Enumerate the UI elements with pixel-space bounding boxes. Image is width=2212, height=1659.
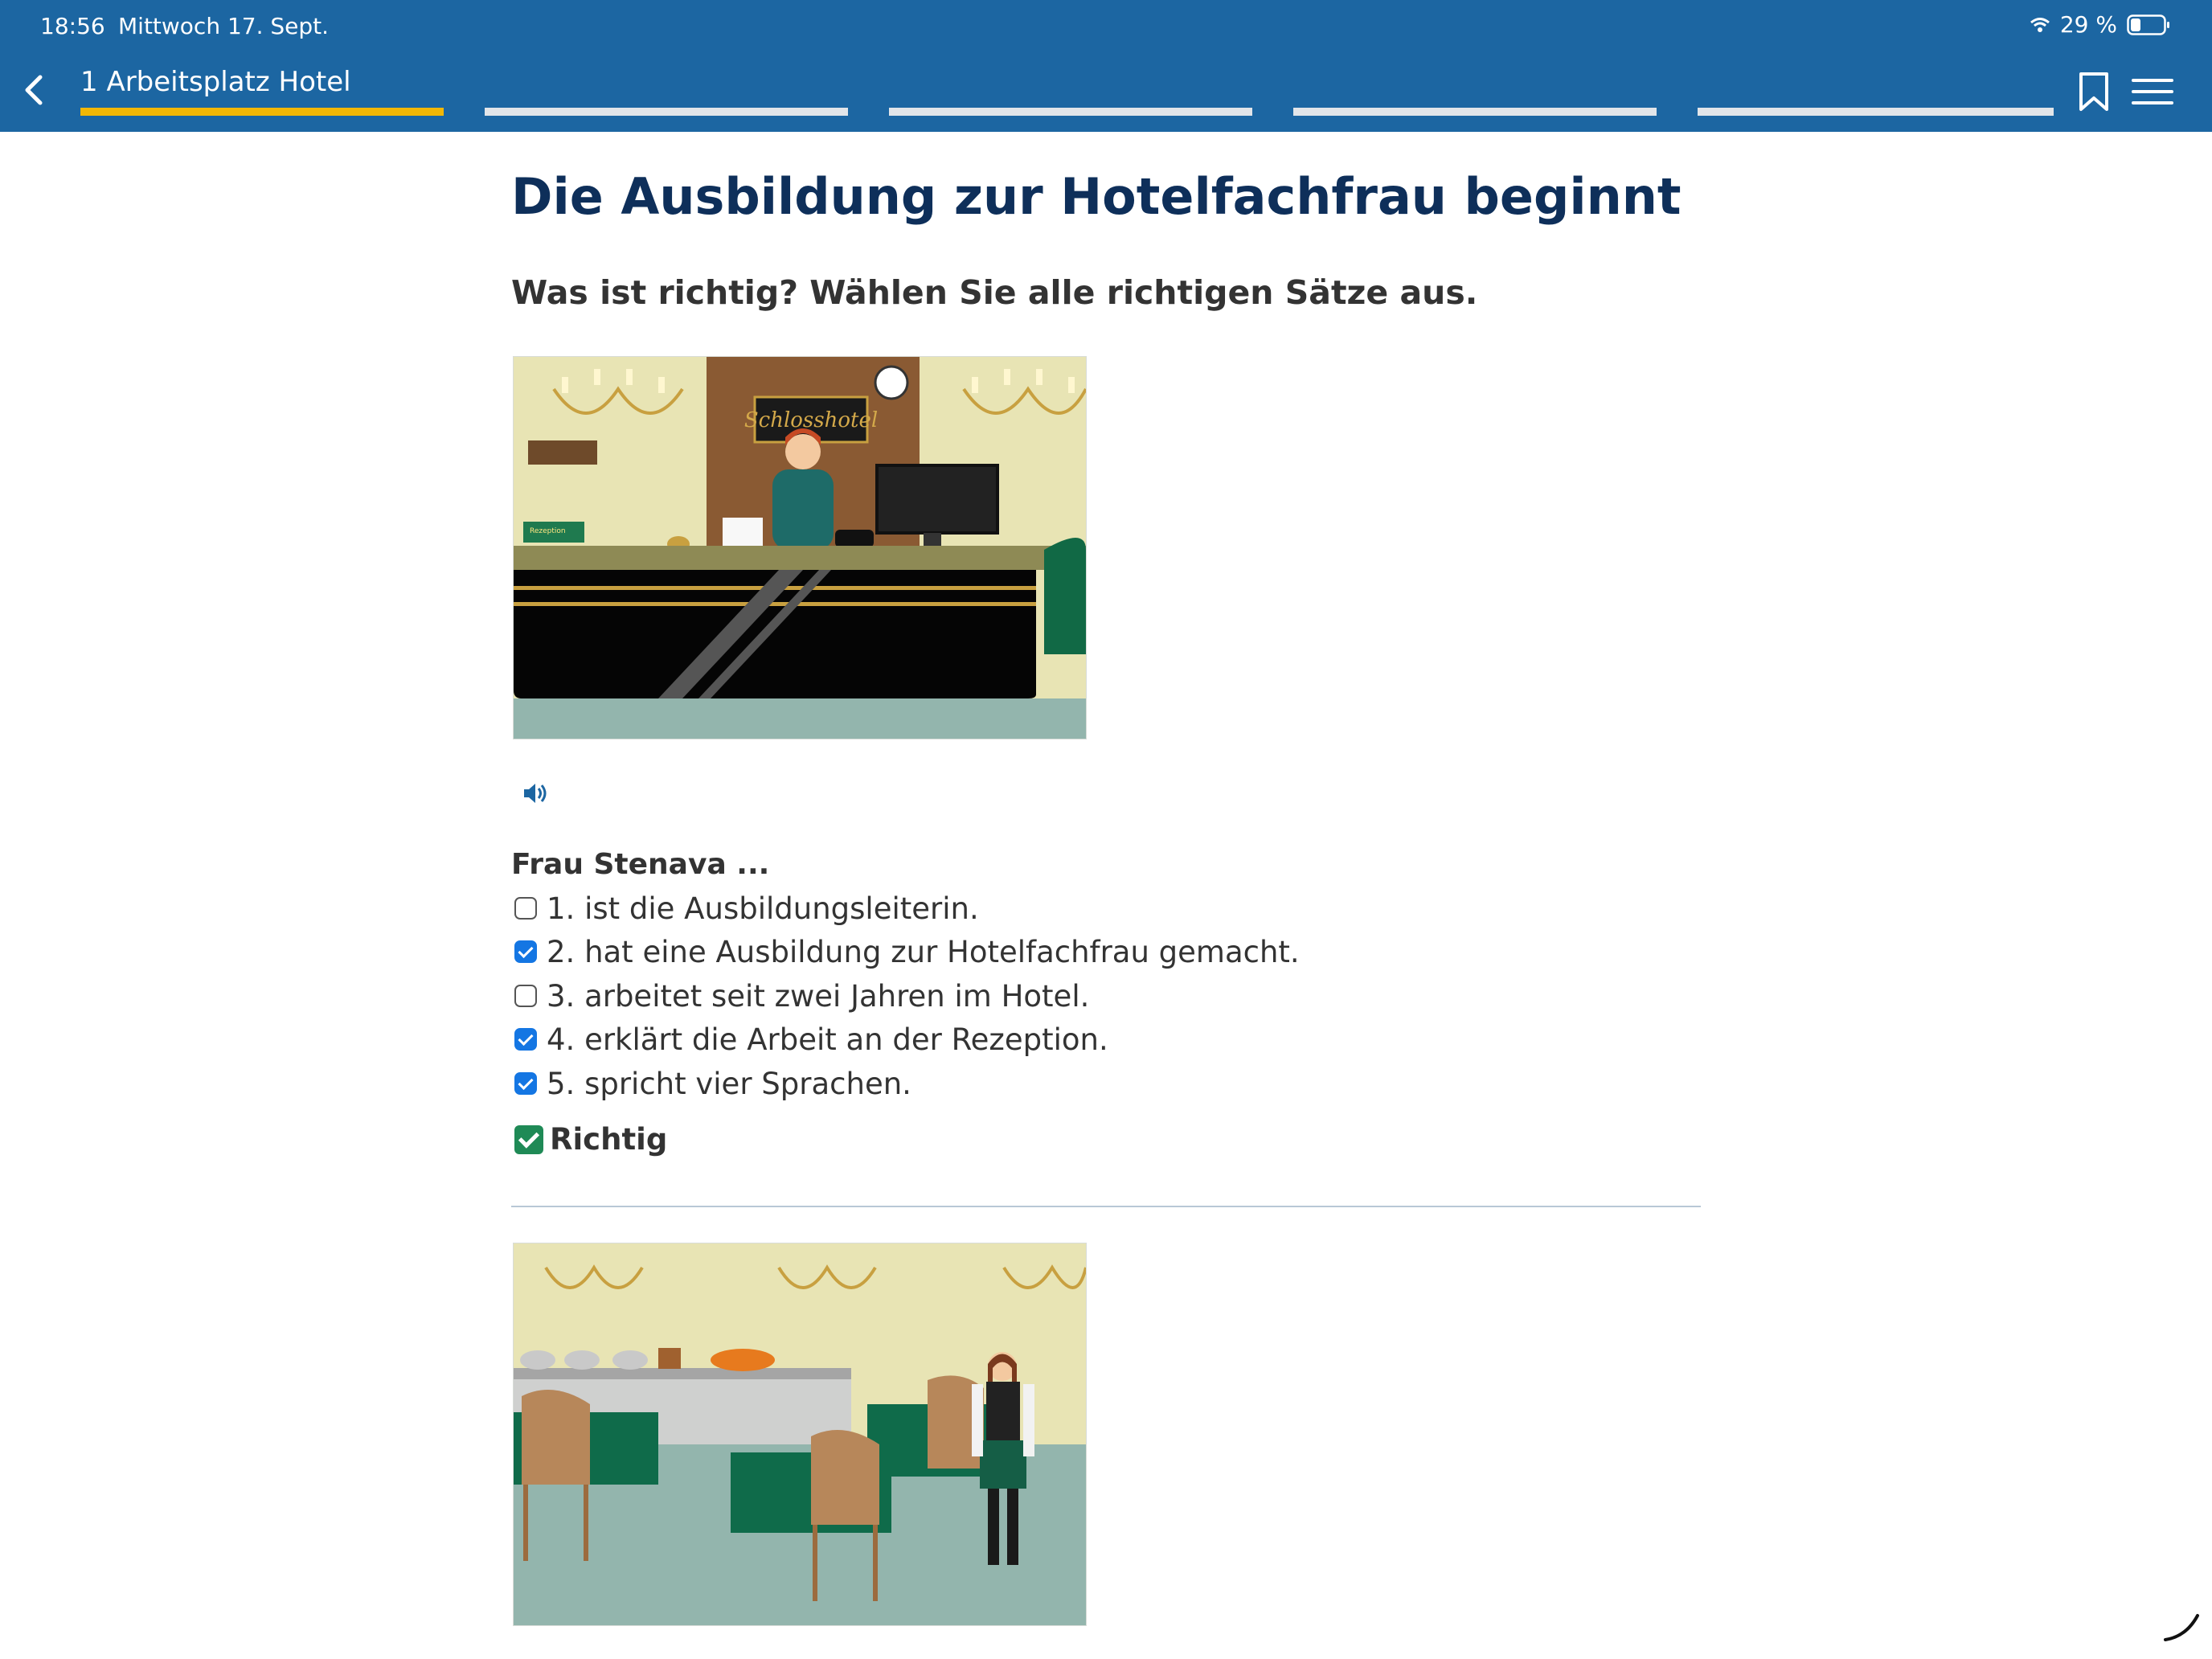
check-icon xyxy=(514,1124,543,1154)
wifi-icon xyxy=(2030,17,2050,32)
progress-segment-3[interactable] xyxy=(889,108,1252,116)
option-1[interactable]: 1. ist die Ausbildungsleiterin. xyxy=(514,890,979,927)
status-date: Mittwoch 17. Sept. xyxy=(118,13,330,39)
instruction-text: Was ist richtig? Wählen Sie alle richtig… xyxy=(511,273,1478,312)
checkbox-checked[interactable] xyxy=(514,940,537,963)
hotel-sign: Schlosshotel xyxy=(744,408,878,432)
scroll-indicator xyxy=(2164,1614,2199,1641)
restaurant-illustration xyxy=(513,1243,1087,1626)
speaker-icon[interactable] xyxy=(521,780,550,807)
status-time: 18:56 xyxy=(40,13,105,39)
feedback-correct: Richtig xyxy=(514,1122,667,1157)
option-label[interactable]: 2. hat eine Ausbildung zur Hotelfachfrau… xyxy=(547,935,1300,969)
feedback-label: Richtig xyxy=(550,1122,668,1157)
option-label[interactable]: 1. ist die Ausbildungsleiterin. xyxy=(547,891,979,926)
top-bar: 18:56 Mittwoch 17. Sept. 29 % 1 Arbeitsp… xyxy=(0,0,2212,132)
divider xyxy=(511,1206,1701,1207)
option-label[interactable]: 4. erklärt die Arbeit an der Rezeption. xyxy=(547,1022,1108,1057)
menu-icon[interactable] xyxy=(2130,74,2175,109)
option-label[interactable]: 5. spricht vier Sprachen. xyxy=(547,1067,911,1101)
progress-segment-1[interactable] xyxy=(80,108,444,116)
progress-segment-5[interactable] xyxy=(1698,108,2054,116)
checkbox-checked[interactable] xyxy=(514,1028,537,1051)
progress-segment-2[interactable] xyxy=(485,108,848,116)
checkbox-checked[interactable] xyxy=(514,1072,537,1095)
back-icon[interactable] xyxy=(14,68,56,113)
question-lead: Frau Stenava ... xyxy=(511,848,770,881)
battery-icon xyxy=(2127,14,2169,35)
option-4[interactable]: 4. erklärt die Arbeit an der Rezeption. xyxy=(514,1021,1108,1058)
option-label[interactable]: 3. arbeitet seit zwei Jahren im Hotel. xyxy=(547,979,1089,1014)
chapter-title[interactable]: 1 Arbeitsplatz Hotel xyxy=(80,66,351,98)
page-title: Die Ausbildung zur Hotelfachfrau beginnt xyxy=(511,167,1682,226)
desk-label: Rezeption xyxy=(530,527,566,535)
reception-illustration: Schlosshotel Rezeption xyxy=(513,356,1087,739)
option-5[interactable]: 5. spricht vier Sprachen. xyxy=(514,1065,911,1102)
checkbox-unchecked[interactable] xyxy=(514,985,537,1007)
progress-segment-4[interactable] xyxy=(1293,108,1657,116)
status-indicators: 29 % xyxy=(2030,11,2170,38)
option-3[interactable]: 3. arbeitet seit zwei Jahren im Hotel. xyxy=(514,977,1089,1014)
checkbox-unchecked[interactable] xyxy=(514,897,537,920)
option-2[interactable]: 2. hat eine Ausbildung zur Hotelfachfrau… xyxy=(514,933,1300,970)
bookmark-icon[interactable] xyxy=(2076,71,2112,113)
battery-percent: 29 % xyxy=(2059,11,2117,38)
